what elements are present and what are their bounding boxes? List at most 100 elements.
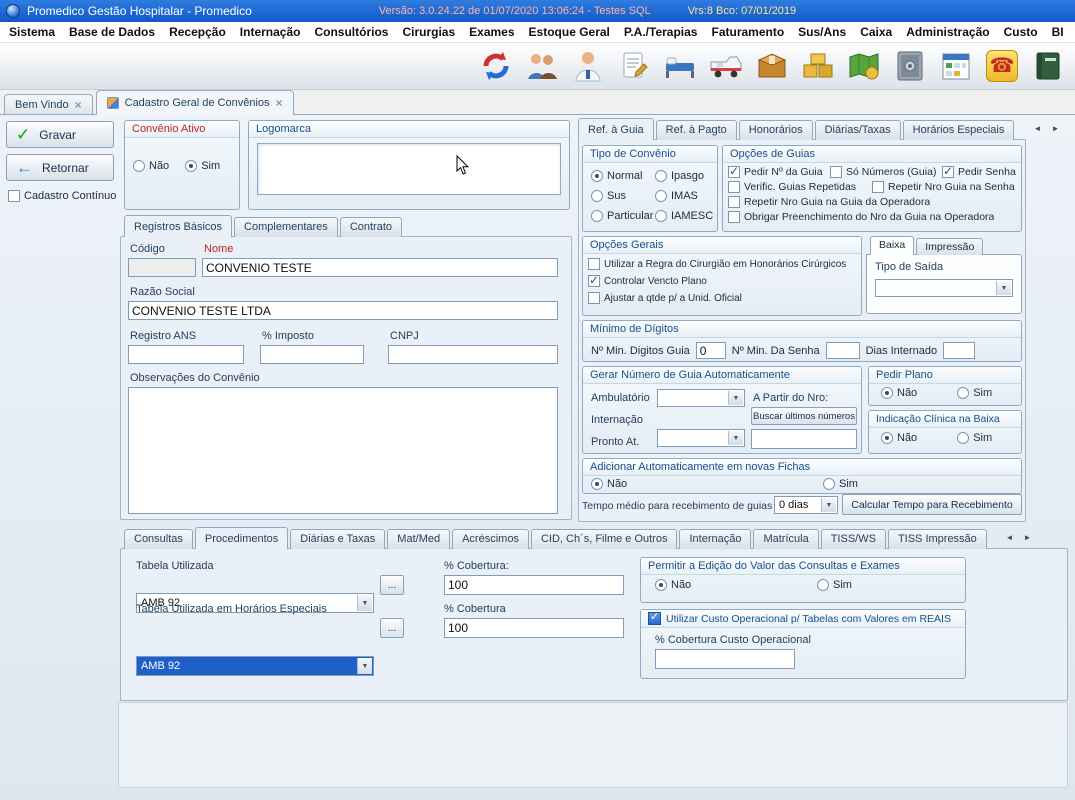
ajustar-qtde-checkbox[interactable]: Ajustar a qtde p/ a Unid. Oficial: [588, 292, 856, 304]
controlar-vencto-plano-checkbox[interactable]: Controlar Vencto Plano: [588, 275, 856, 287]
buscar-ultimos-numeros-button[interactable]: Buscar últimos números: [751, 407, 857, 425]
billing-icon[interactable]: [799, 46, 837, 86]
sync-icon[interactable]: [477, 46, 515, 86]
cnpj-input[interactable]: [388, 345, 558, 364]
tab-baixa[interactable]: Baixa: [870, 236, 914, 255]
safe-icon[interactable]: [891, 46, 929, 86]
close-icon[interactable]: [276, 96, 283, 110]
menu-recepcao[interactable]: Recepção: [162, 22, 233, 42]
radio-tipo-normal[interactable]: Normal: [591, 170, 653, 182]
finance-map-icon[interactable]: [845, 46, 883, 86]
custo-operacional-checkbox[interactable]: [648, 612, 661, 625]
tab-tiss-impressao[interactable]: TISS Impressão: [888, 529, 987, 549]
tab-bem-vindo[interactable]: Bem Vindo: [4, 94, 93, 115]
radio-pedir-plano-nao[interactable]: Não: [881, 387, 917, 399]
radio-convenio-ativo-nao[interactable]: Não: [133, 160, 169, 172]
obrigar-preenchimento-nro-guia-checkbox[interactable]: Obrigar Preenchimento do Nro da Guia na …: [728, 211, 994, 223]
phone-icon[interactable]: ☎: [983, 46, 1021, 86]
hospital-bed-icon[interactable]: [661, 46, 699, 86]
nome-input[interactable]: [202, 258, 558, 277]
radio-tipo-imas[interactable]: IMAS: [655, 190, 715, 202]
dropdown-arrow-icon[interactable]: [728, 391, 743, 405]
menu-exames[interactable]: Exames: [462, 22, 521, 42]
tab-procedimentos[interactable]: Procedimentos: [195, 527, 288, 549]
menu-cirurgias[interactable]: Cirurgias: [395, 22, 462, 42]
tab-diarias-e-taxas[interactable]: Diárias e Taxas: [290, 529, 385, 549]
detail-tabs-scroll-left-icon[interactable]: [1002, 530, 1017, 545]
menu-faturamento[interactable]: Faturamento: [704, 22, 791, 42]
regra-cirurgiao-checkbox[interactable]: Utilizar a Regra do Cirurgião em Honorár…: [588, 258, 856, 270]
logomarca-image-area[interactable]: [257, 143, 561, 195]
tab-contrato[interactable]: Contrato: [340, 217, 402, 237]
so-numeros-guia-checkbox[interactable]: Só Números (Guia): [830, 166, 936, 178]
tipo-saida-combobox[interactable]: [875, 279, 1013, 297]
tab-cid-chs-filme-outros[interactable]: CID, Ch´s, Filme e Outros: [531, 529, 678, 549]
menu-estoque-geral[interactable]: Estoque Geral: [522, 22, 617, 42]
close-icon[interactable]: [75, 98, 82, 112]
verific-guias-repetidas-checkbox[interactable]: Verific. Guias Repetidas: [728, 181, 866, 193]
tempo-medio-combobox[interactable]: 0 dias: [774, 496, 838, 514]
observacoes-textarea[interactable]: [128, 387, 558, 514]
patients-icon[interactable]: [523, 46, 561, 86]
ambulatorio-combobox[interactable]: [657, 389, 745, 407]
tab-ref-a-pagto[interactable]: Ref. à Pagto: [656, 120, 737, 140]
internacao-combobox[interactable]: [657, 429, 745, 447]
repetir-nro-guia-senha-checkbox[interactable]: Repetir Nro Guia na Senha: [872, 181, 1015, 193]
radio-adicionar-nao[interactable]: Não: [591, 478, 813, 490]
tab-ref-a-guia[interactable]: Ref. à Guia: [578, 118, 654, 140]
tab-tiss-ws[interactable]: TISS/WS: [821, 529, 886, 549]
return-button[interactable]: Retornar: [6, 154, 114, 181]
imposto-input[interactable]: [260, 345, 364, 364]
dropdown-arrow-icon[interactable]: [821, 498, 836, 512]
tabs-scroll-left-icon[interactable]: [1030, 121, 1045, 136]
razao-social-input[interactable]: [128, 301, 558, 320]
tabela-horarios-especiais-combobox[interactable]: AMB 92: [136, 656, 374, 676]
menu-caixa[interactable]: Caixa: [853, 22, 899, 42]
cobertura-custo-input[interactable]: [655, 649, 795, 669]
doctor-icon[interactable]: [569, 46, 607, 86]
radio-convenio-ativo-sim[interactable]: Sim: [185, 160, 220, 172]
menu-internacao[interactable]: Internação: [233, 22, 308, 42]
prescription-icon[interactable]: [615, 46, 653, 86]
calcular-tempo-button[interactable]: Calcular Tempo para Recebimento: [842, 494, 1022, 515]
cobertura2-input[interactable]: [444, 618, 624, 638]
dropdown-arrow-icon[interactable]: [728, 431, 743, 445]
tab-consultas[interactable]: Consultas: [124, 529, 193, 549]
radio-indicacao-nao[interactable]: Não: [881, 432, 917, 444]
radio-permitir-sim[interactable]: Sim: [817, 579, 852, 591]
tab-internacao-detalhe[interactable]: Internação: [679, 529, 751, 549]
menu-consultorios[interactable]: Consultórios: [307, 22, 395, 42]
cadastro-continuo-checkbox[interactable]: Cadastro Contínuo: [8, 190, 116, 202]
tab-impressao[interactable]: Impressão: [916, 238, 983, 255]
tab-mat-med[interactable]: Mat/Med: [387, 529, 450, 549]
tabs-scroll-right-icon[interactable]: [1048, 121, 1063, 136]
dropdown-arrow-icon[interactable]: [357, 595, 372, 611]
min-digitos-guia-input[interactable]: [696, 342, 726, 359]
codigo-input[interactable]: [128, 258, 196, 277]
save-button[interactable]: Gravar: [6, 121, 114, 148]
tab-registros-basicos[interactable]: Registros Básicos: [124, 215, 232, 237]
radio-tipo-sus[interactable]: Sus: [591, 190, 653, 202]
radio-tipo-particular[interactable]: Particular: [591, 210, 653, 222]
manual-book-icon[interactable]: [1029, 46, 1067, 86]
detail-tabs-scroll-right-icon[interactable]: [1020, 530, 1035, 545]
menu-administracao[interactable]: Administração: [899, 22, 996, 42]
radio-tipo-ipasgo[interactable]: Ipasgo: [655, 170, 715, 182]
pedir-numero-guia-checkbox[interactable]: Pedir Nº da Guia: [728, 166, 824, 178]
tabela-browse-button[interactable]: ...: [380, 575, 404, 595]
menu-custo[interactable]: Custo: [997, 22, 1045, 42]
menu-bi[interactable]: BI: [1045, 22, 1071, 42]
radio-pedir-plano-sim[interactable]: Sim: [957, 387, 992, 399]
cobertura-input[interactable]: [444, 575, 624, 595]
radio-tipo-iamesc[interactable]: IAMESC: [655, 210, 715, 222]
menu-base-de-dados[interactable]: Base de Dados: [62, 22, 162, 42]
tab-matricula[interactable]: Matrícula: [753, 529, 818, 549]
tab-diarias-taxas[interactable]: Diárias/Taxas: [815, 120, 901, 140]
schedule-icon[interactable]: [937, 46, 975, 86]
supplies-icon[interactable]: [753, 46, 791, 86]
dropdown-arrow-icon[interactable]: [996, 281, 1011, 295]
menu-sistema[interactable]: Sistema: [2, 22, 62, 42]
tab-honorarios[interactable]: Honorários: [739, 120, 813, 140]
pedir-senha-checkbox[interactable]: Pedir Senha: [942, 166, 1016, 178]
tab-complementares[interactable]: Complementares: [234, 217, 338, 237]
